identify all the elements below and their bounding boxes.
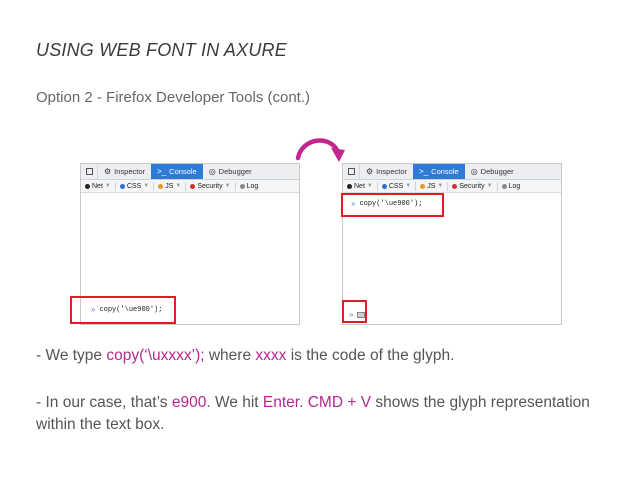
- filter-log[interactable]: Log: [236, 183, 263, 190]
- filter-label: JS: [427, 182, 436, 190]
- chevron-down-icon: ▼: [224, 183, 231, 189]
- key-highlight: CMD + V: [307, 394, 372, 411]
- security-dot-icon: [452, 183, 458, 189]
- filter-css[interactable]: CSS ▼: [378, 183, 415, 190]
- devtools-tabbar: ⚙ Inspector >_ Console ◎ Debugger: [343, 164, 561, 180]
- curved-arrow-icon: [292, 132, 348, 164]
- filter-label: CSS: [388, 182, 404, 190]
- filter-label: Log: [508, 182, 521, 190]
- filter-security[interactable]: Security ▼: [448, 183, 496, 190]
- picker-icon: [347, 168, 355, 175]
- slide-title: USING WEB FONT IN AXURE: [36, 40, 287, 60]
- chevron-down-icon: ▼: [104, 183, 111, 189]
- devtools-tabbar: ⚙ Inspector >_ Console ◎ Debugger: [81, 164, 299, 180]
- tab-label: Debugger: [218, 167, 252, 176]
- css-dot-icon: [119, 183, 125, 189]
- tab-debugger[interactable]: ◎ Debugger: [465, 164, 520, 179]
- inspector-icon: ⚙: [104, 166, 112, 176]
- js-dot-icon: [158, 183, 164, 189]
- net-dot-icon: [85, 183, 90, 189]
- tab-console[interactable]: >_ Console: [413, 164, 465, 179]
- paragraph-2: - In our case, that’s e900. We hit Enter…: [36, 392, 616, 436]
- element-picker-button[interactable]: [343, 164, 360, 179]
- text-run: .: [299, 394, 308, 411]
- text-run: - We type: [36, 347, 107, 364]
- security-dot-icon: [190, 183, 196, 189]
- code-highlight: e900: [171, 394, 207, 411]
- tab-label: Debugger: [480, 167, 514, 176]
- filter-label: Log: [246, 182, 259, 190]
- console-icon: >_: [419, 166, 429, 176]
- paragraph-1: - We type copy(‘\uxxxx’); where xxxx is …: [36, 345, 454, 367]
- chevron-down-icon: ▼: [366, 183, 373, 189]
- filter-security[interactable]: Security ▼: [186, 183, 234, 190]
- js-dot-icon: [420, 183, 426, 189]
- code-highlight: copy(‘\uxxxx’);: [106, 347, 205, 364]
- tab-label: Inspector: [114, 167, 146, 176]
- chevron-down-icon: ▼: [437, 183, 444, 189]
- console-filterbar: Net ▼ CSS ▼ JS ▼ Security ▼ Log: [343, 180, 561, 193]
- inspector-icon: ⚙: [366, 166, 374, 176]
- net-dot-icon: [347, 183, 352, 189]
- filter-js[interactable]: JS ▼: [154, 183, 185, 190]
- devtools-panel-after: ⚙ Inspector >_ Console ◎ Debugger Net ▼ CSS ▼…: [342, 163, 562, 325]
- filter-label: Security: [459, 182, 485, 190]
- chevron-down-icon: ▼: [486, 183, 493, 189]
- code-highlight: xxxx: [255, 347, 287, 364]
- highlight-box-glyph: [342, 300, 367, 323]
- filter-label: Net: [354, 182, 365, 190]
- text-run: is the code of the glyph.: [286, 347, 455, 364]
- text-run: where: [204, 347, 256, 364]
- filter-net[interactable]: Net ▼: [81, 183, 115, 190]
- highlight-box-history: [341, 193, 444, 217]
- chevron-down-icon: ▼: [405, 183, 412, 189]
- tab-console[interactable]: >_ Console: [151, 164, 203, 179]
- css-dot-icon: [381, 183, 387, 189]
- tab-debugger[interactable]: ◎ Debugger: [203, 164, 258, 179]
- filter-label: Security: [197, 182, 223, 190]
- text-run: - In our case, that’s: [36, 394, 172, 411]
- log-dot-icon: [501, 183, 507, 189]
- picker-icon: [85, 168, 93, 175]
- filter-log[interactable]: Log: [498, 183, 525, 190]
- tab-inspector[interactable]: ⚙ Inspector: [98, 164, 151, 179]
- chevron-down-icon: ▼: [175, 183, 182, 189]
- filter-label: Net: [92, 182, 103, 190]
- debugger-icon: ◎: [208, 166, 216, 176]
- chevron-down-icon: ▼: [143, 183, 150, 189]
- log-dot-icon: [239, 183, 245, 189]
- console-filterbar: Net ▼ CSS ▼ JS ▼ Security ▼ Log: [81, 180, 299, 193]
- tab-label: Console: [169, 167, 197, 176]
- tab-label: Console: [431, 167, 459, 176]
- filter-js[interactable]: JS ▼: [416, 183, 447, 190]
- filter-css[interactable]: CSS ▼: [116, 183, 153, 190]
- filter-net[interactable]: Net ▼: [343, 183, 377, 190]
- element-picker-button[interactable]: [81, 164, 98, 179]
- text-run: . We hit: [206, 394, 263, 411]
- highlight-box-input: [70, 296, 176, 324]
- slide-subtitle: Option 2 - Firefox Developer Tools (cont…: [36, 89, 311, 106]
- tab-label: Inspector: [376, 167, 408, 176]
- filter-label: JS: [165, 182, 174, 190]
- console-icon: >_: [157, 166, 167, 176]
- debugger-icon: ◎: [470, 166, 478, 176]
- filter-label: CSS: [126, 182, 142, 190]
- tab-inspector[interactable]: ⚙ Inspector: [360, 164, 413, 179]
- key-highlight: Enter: [262, 394, 300, 411]
